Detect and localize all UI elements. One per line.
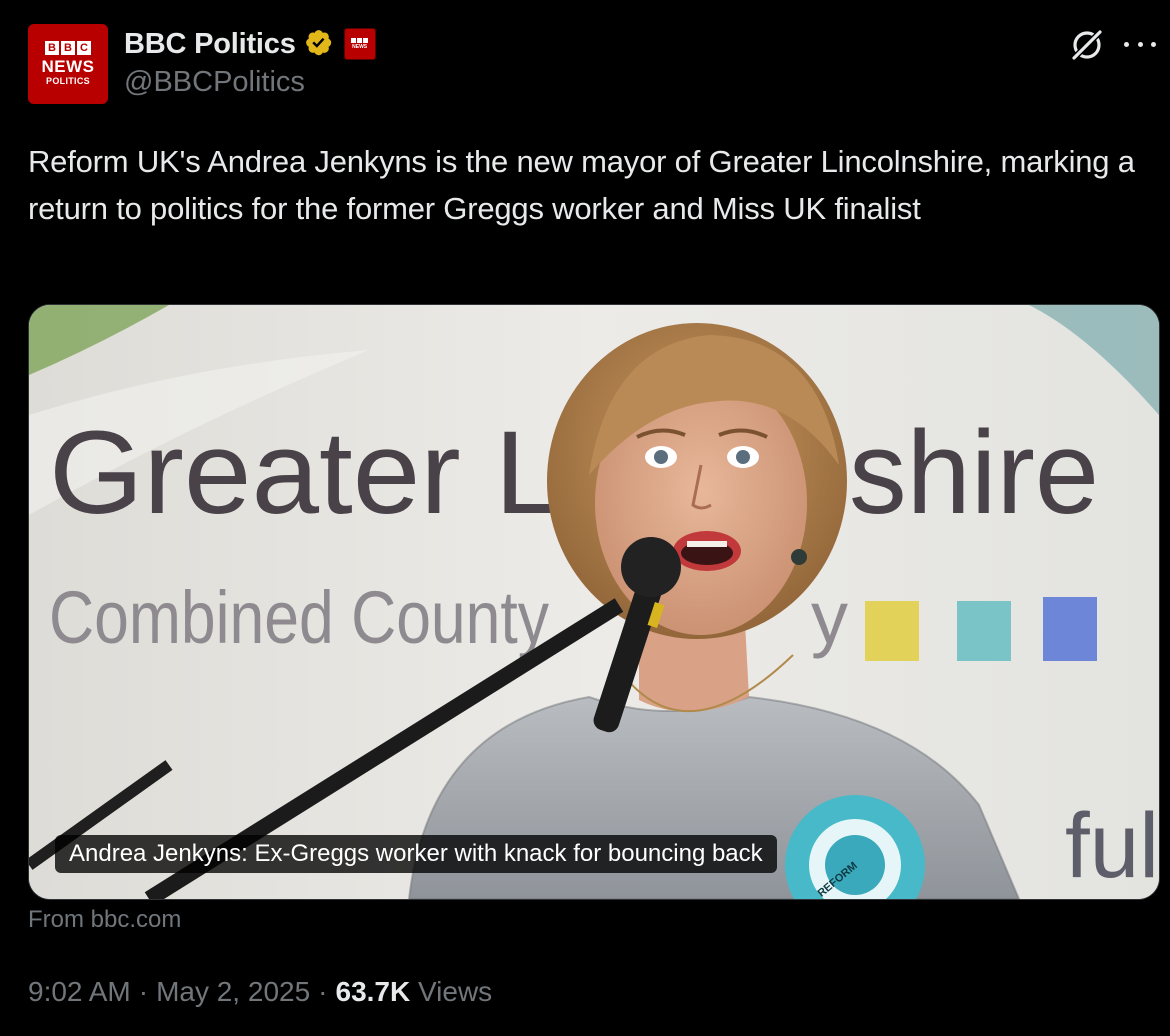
meta-separator: · [138,976,149,1007]
card-caption[interactable]: Andrea Jenkyns: Ex-Greggs worker with kn… [55,835,777,873]
author-name-row: BBC Politics NEWS [124,26,376,62]
views-label: Views [418,976,493,1007]
link-card[interactable]: Greater Li shire Combined County y ful R… [28,304,1160,900]
display-name[interactable]: BBC Politics [124,28,296,61]
bbc-logo: BBC [45,41,91,55]
sign-text-bottom: ful [1065,795,1159,897]
verified-badge-icon[interactable] [304,28,336,60]
tweet-meta: 9:02 AM · May 2, 2025 · 63.7K Views [28,976,492,1008]
sign-text-large: Greater Li [49,407,589,539]
views-count[interactable]: 63.7K [336,976,411,1007]
sign-text-small: Combined County [49,576,549,659]
account-handle[interactable]: @BBCPolitics [124,66,305,99]
more-options-icon[interactable] [1124,34,1156,54]
avatar-line1: NEWS [41,57,95,76]
avatar-line2: POLITICS [46,76,90,86]
tweet-date[interactable]: May 2, 2025 [156,976,310,1007]
card-source[interactable]: From bbc.com [28,906,181,934]
avatar[interactable]: BBC NEWS POLITICS [28,24,108,104]
sign-text-large-right: shire [849,407,1099,539]
grok-icon[interactable] [1068,26,1106,64]
bbc-news-affiliate-icon[interactable]: NEWS [343,28,376,60]
affiliate-badge-text: NEWS [352,44,368,50]
meta-separator: · [318,976,328,1007]
article-photo: Greater Li shire Combined County y ful R… [29,305,1159,899]
sign-text-small-tail: y [811,576,848,659]
tweet-time[interactable]: 9:02 AM [28,976,131,1007]
tweet-text: Reform UK's Andrea Jenkyns is the new ma… [28,144,1135,226]
